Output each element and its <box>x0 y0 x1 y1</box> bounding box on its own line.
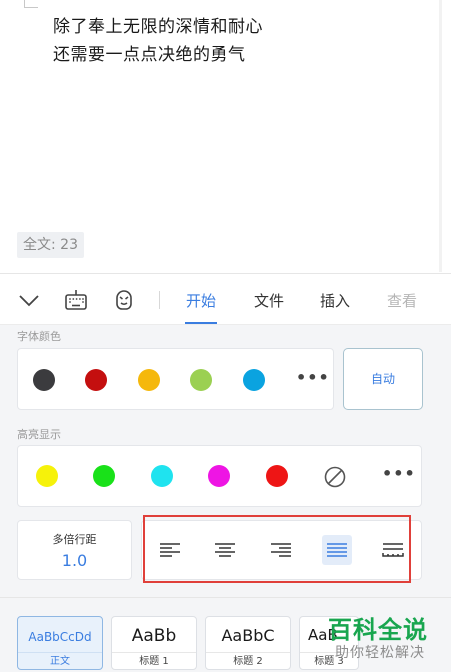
watermark-subtitle: 助你轻松解决 <box>335 645 425 661</box>
style-name: 标题 2 <box>206 652 290 669</box>
line-spacing-button[interactable]: 多倍行距 1.0 <box>17 520 132 580</box>
font-color-label: 字体颜色 <box>17 330 61 343</box>
color-swatch-blue[interactable] <box>243 369 265 391</box>
tab-view[interactable]: 查看 <box>387 290 417 311</box>
auto-color-button[interactable]: 自动 <box>343 348 423 410</box>
doc-line-2[interactable]: 还需要一点点决绝的勇气 <box>53 40 246 65</box>
document-area[interactable]: 除了奉上无限的深情和耐心 还需要一点点决绝的勇气 全文: 23 <box>0 0 451 272</box>
highlight-swatch-yellow[interactable] <box>36 465 58 487</box>
style-name: 正文 <box>18 652 102 669</box>
tab-insert[interactable]: 插入 <box>320 290 350 311</box>
active-tab-indicator <box>185 322 217 324</box>
highlight-swatch-red[interactable] <box>266 465 288 487</box>
alignment-highlight-box <box>143 515 411 583</box>
style-name: 标题 1 <box>112 652 196 669</box>
style-sample: AaBbCcDd <box>28 630 92 644</box>
document-scrollbar[interactable] <box>439 0 442 272</box>
ribbon-toolbar: 开始 文件 插入 查看 <box>0 273 451 325</box>
line-spacing-value: 1.0 <box>61 551 88 570</box>
style-heading-1[interactable]: AaBb 标题 1 <box>111 616 197 670</box>
toolbar-separator <box>159 291 160 309</box>
tab-home[interactable]: 开始 <box>186 290 216 311</box>
line-spacing-label: 多倍行距 <box>52 533 97 546</box>
font-color-card: ••• <box>17 348 334 410</box>
watermark-title: 百科全说 <box>328 616 428 644</box>
highlight-swatch-green[interactable] <box>93 465 115 487</box>
more-colors-button[interactable]: ••• <box>296 368 330 387</box>
doc-line-1[interactable]: 除了奉上无限的深情和耐心 <box>53 12 263 37</box>
highlight-swatch-magenta[interactable] <box>208 465 230 487</box>
highlight-card: ••• <box>17 445 422 507</box>
color-swatch-green[interactable] <box>190 369 212 391</box>
color-swatch-dark-gray[interactable] <box>33 369 55 391</box>
color-swatch-red[interactable] <box>85 369 107 391</box>
color-swatch-yellow[interactable] <box>138 369 160 391</box>
style-heading-2[interactable]: AaBbC 标题 2 <box>205 616 291 670</box>
emoji-icon[interactable] <box>112 288 136 312</box>
style-sample: AaBbC <box>221 626 275 645</box>
style-sample: AaBb <box>131 626 177 646</box>
keyboard-icon[interactable] <box>64 288 88 312</box>
highlight-swatch-cyan[interactable] <box>151 465 173 487</box>
word-count-badge: 全文: 23 <box>17 232 84 258</box>
chevron-down-icon[interactable] <box>17 288 41 312</box>
more-highlight-button[interactable]: ••• <box>382 464 416 483</box>
no-color-icon[interactable] <box>323 465 347 489</box>
page-corner-marker <box>24 0 38 8</box>
formatting-panel: 字体颜色 ••• 自动 高亮显示 ••• 多倍行距 1.0 <box>0 325 451 597</box>
highlight-label: 高亮显示 <box>17 428 61 441</box>
tab-file[interactable]: 文件 <box>254 290 284 311</box>
style-normal[interactable]: AaBbCcDd 正文 <box>17 616 103 670</box>
